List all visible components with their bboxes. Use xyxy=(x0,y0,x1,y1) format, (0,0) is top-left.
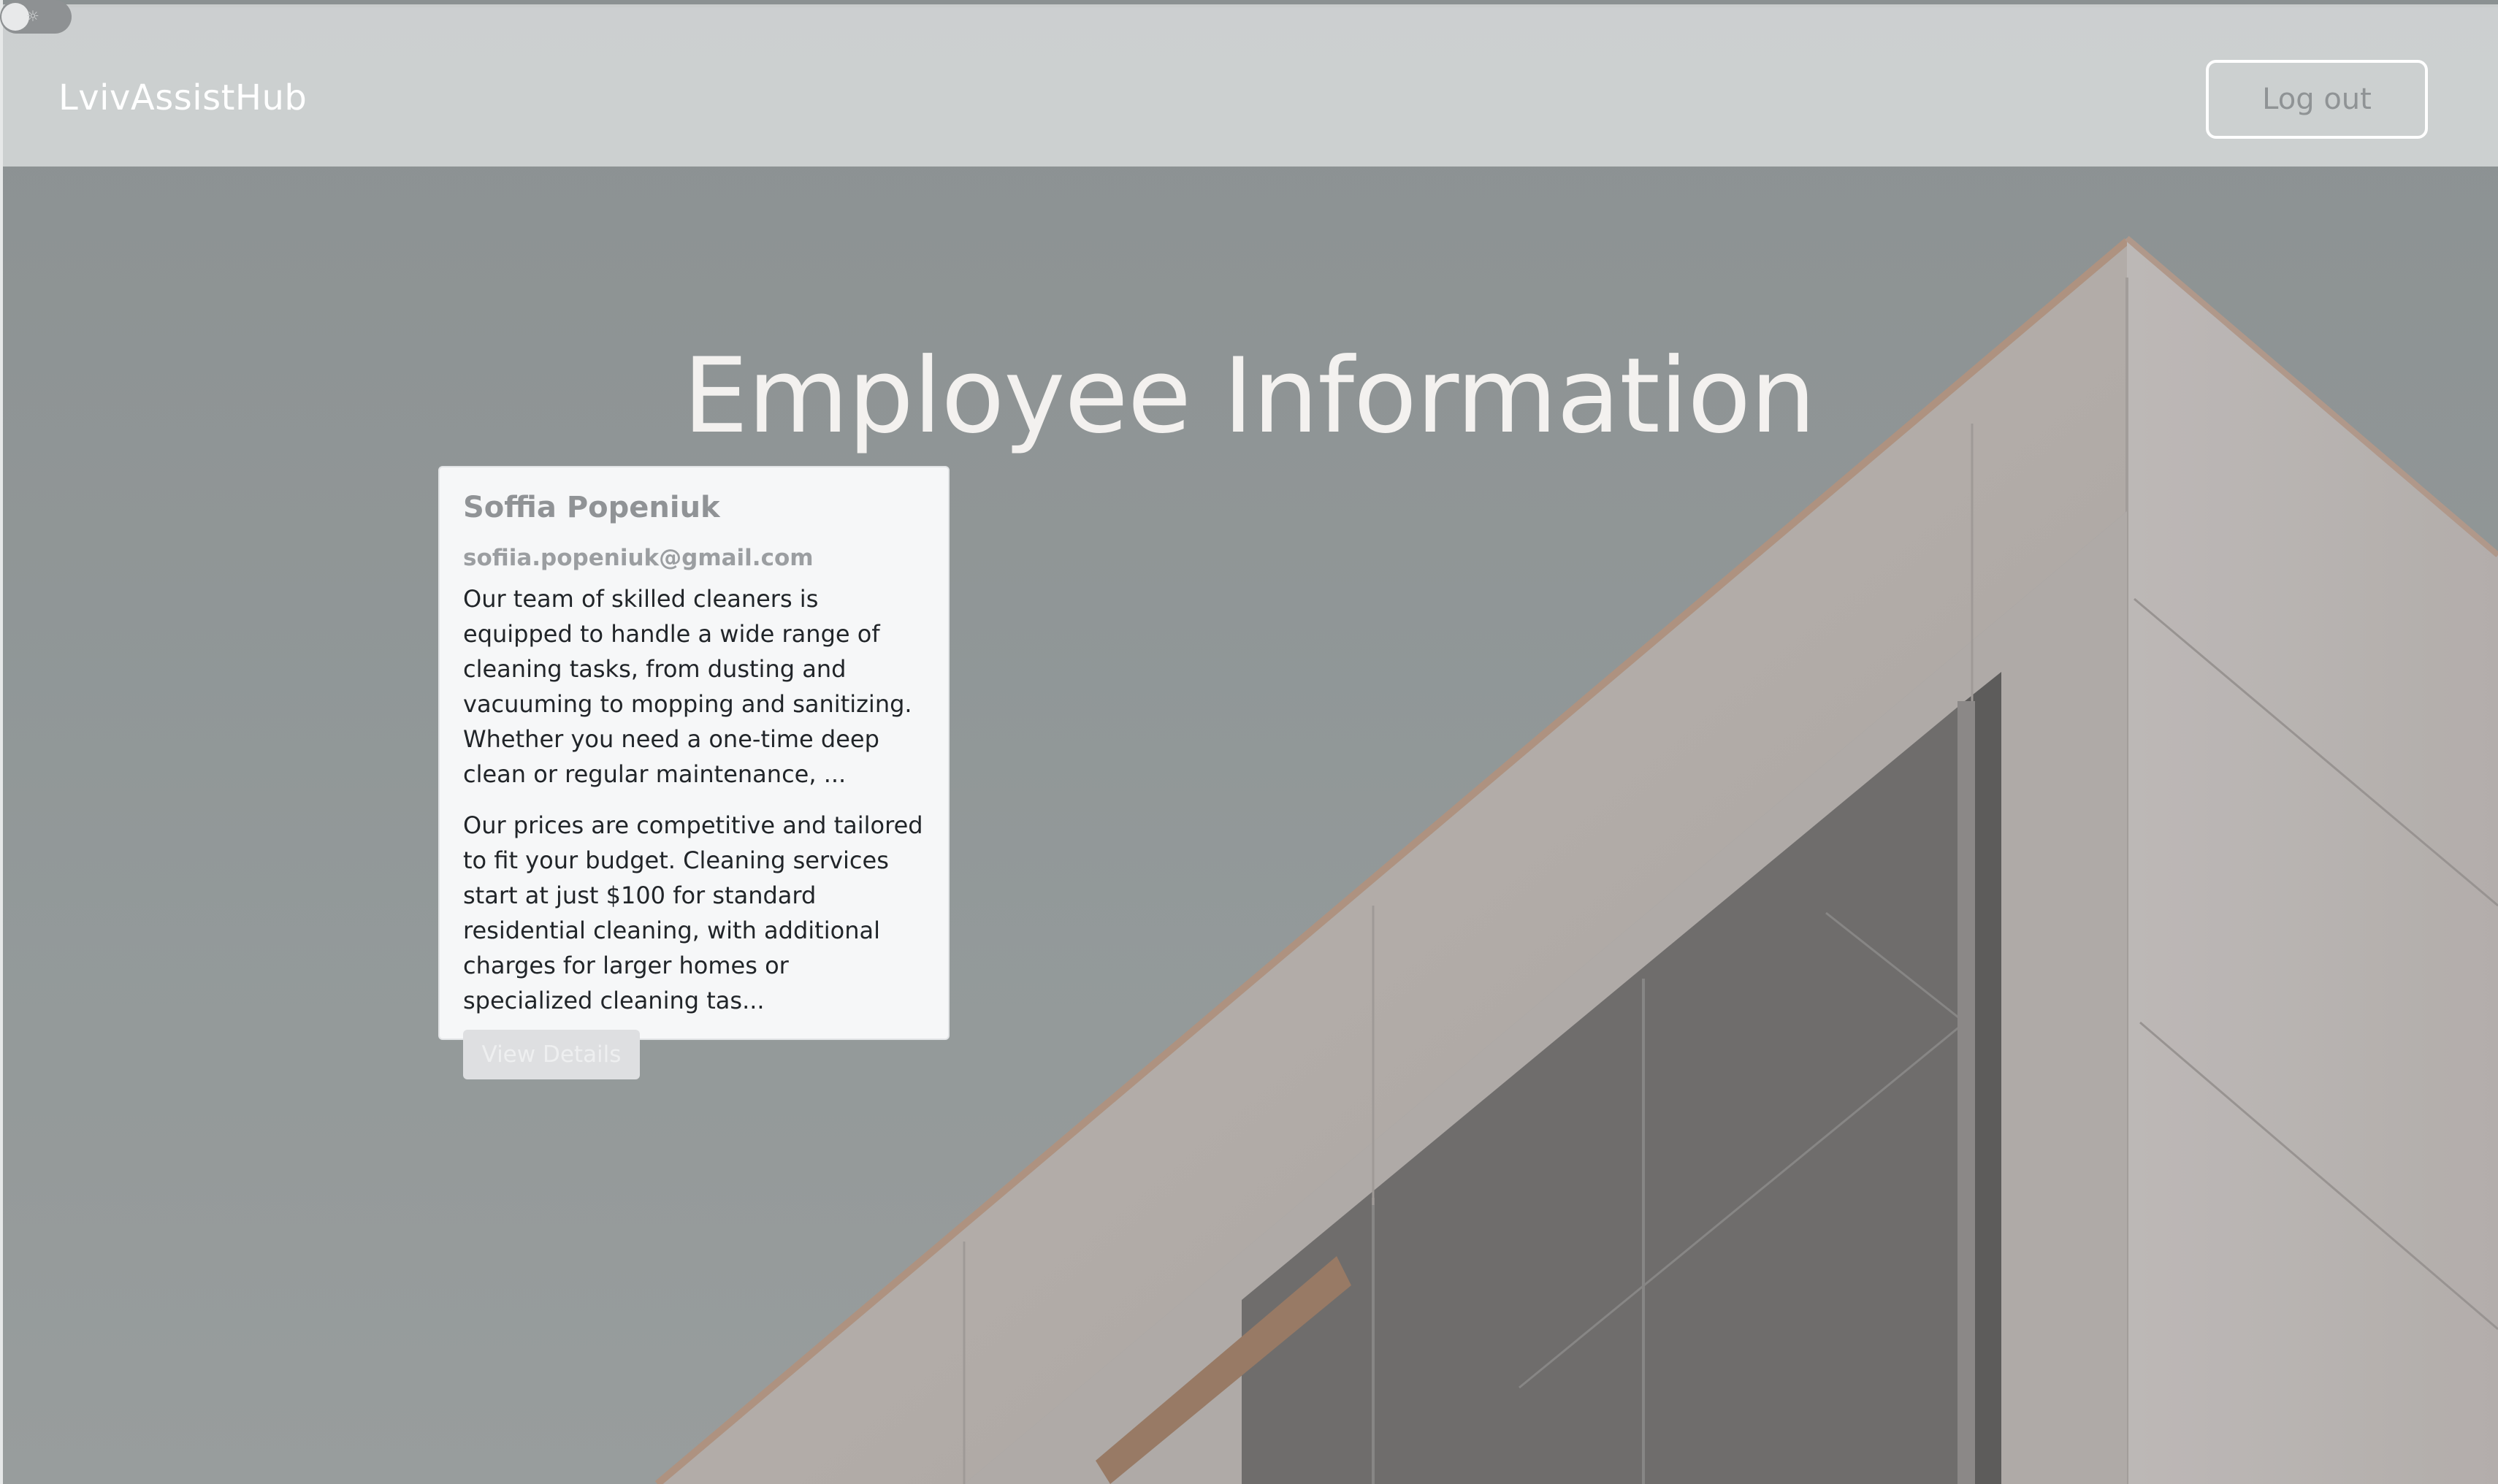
employee-description: Our team of skilled cleaners is equipped… xyxy=(463,585,912,788)
employee-email: sofiia.popeniuk@gmail.com xyxy=(463,545,814,571)
top-navbar: LvivAssistHub Log out xyxy=(3,4,2498,167)
employee-pricing: Our prices are competitive and tailored … xyxy=(463,811,923,1014)
page: LvivAssistHub Log out ☼ Employee Informa… xyxy=(0,0,2498,1484)
theme-toggle-switch[interactable]: ☼ xyxy=(0,0,72,34)
logout-button[interactable]: Log out xyxy=(2206,60,2428,139)
view-details-button[interactable]: View Details xyxy=(463,1030,640,1079)
page-title: Employee Information xyxy=(682,336,1816,456)
sun-icon: ☼ xyxy=(26,7,39,25)
brand-logo[interactable]: LvivAssistHub xyxy=(58,77,307,118)
toggle-knob xyxy=(1,3,29,31)
employee-name: Soffia Popeniuk xyxy=(463,491,720,524)
employee-card: Soffia Popeniuk sofiia.popeniuk@gmail.co… xyxy=(438,466,950,1079)
window-edge xyxy=(0,0,3,1484)
background-overlay xyxy=(0,0,2498,1484)
